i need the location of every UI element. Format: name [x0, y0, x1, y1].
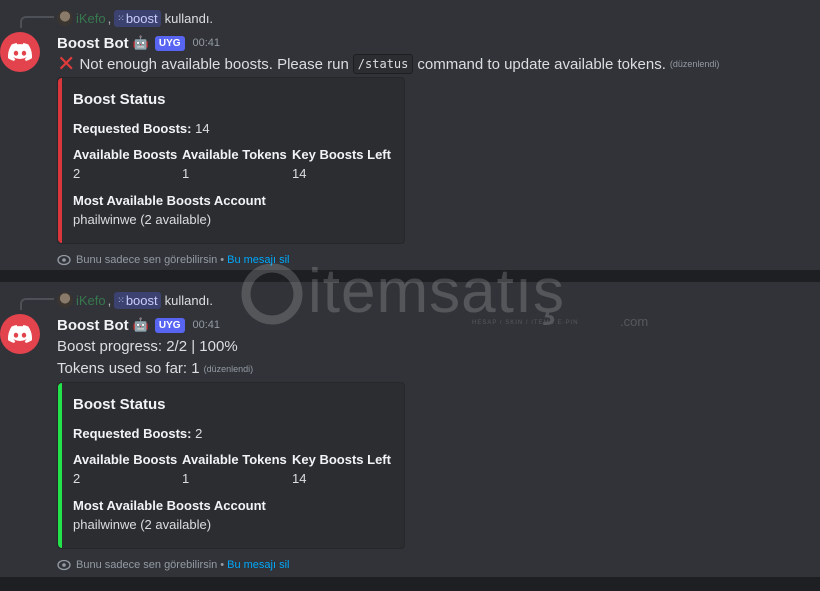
field-value: 1 [182, 166, 190, 181]
embed-color-bar [58, 383, 62, 548]
requested-boosts: Requested Boosts: 14 [73, 121, 210, 136]
reply-username[interactable]: iKefo [76, 293, 106, 308]
requested-value: 14 [195, 121, 210, 136]
field-name: Available Boosts [73, 147, 178, 162]
requested-value: 2 [195, 426, 203, 441]
field-name: Available Boosts [73, 452, 178, 467]
field-value: 2 [73, 471, 81, 486]
ephemeral-notice: Bunu sadece sen görebilirsin • Bu mesajı… [57, 559, 289, 571]
text-after-code: command to update available tokens. [417, 55, 666, 73]
most-available-name: Most Available Boosts Account [73, 193, 266, 208]
reply-username[interactable]: iKefo [76, 11, 106, 26]
ephemeral-text: Bunu sadece sen görebilirsin [76, 559, 218, 571]
robot-emoji-icon: 🤖 [132, 35, 149, 50]
field-name: Available Tokens [182, 452, 287, 467]
field-name: Key Boosts Left [292, 147, 391, 162]
dismiss-message-link[interactable]: Bu mesajı sil [227, 254, 289, 266]
bot-username[interactable]: Boost Bot [57, 35, 129, 52]
edited-label: (düzenlendi) [669, 59, 720, 69]
reply-connector [20, 298, 54, 310]
embed-color-bar [58, 78, 62, 243]
message-text-tokens: Tokens used so far: 1 (düzenlendi) [57, 360, 253, 377]
command-name: boost [125, 10, 158, 26]
ephemeral-separator: • [220, 254, 225, 266]
progress-text: Boost progress: 2/2 | 100% [57, 338, 238, 355]
embed-title: Boost Status [73, 91, 166, 108]
message-header: Boost Bot 🤖 UYG 00:41 [57, 315, 220, 335]
reply-action: kullandı. [164, 292, 214, 308]
reply-action: kullandı. [164, 10, 214, 26]
timestamp[interactable]: 00:41 [193, 319, 221, 331]
dismiss-message-link[interactable]: Bu mesajı sil [227, 559, 289, 571]
ephemeral-notice: Bunu sadece sen görebilirsin • Bu mesajı… [57, 254, 289, 266]
field-value: 14 [292, 471, 307, 486]
requested-boosts: Requested Boosts: 2 [73, 426, 202, 441]
ephemeral-text: Bunu sadece sen görebilirsin [76, 254, 218, 266]
reply-connector [20, 16, 54, 28]
status-embed: Boost Status Requested Boosts: 14 Availa… [57, 77, 405, 244]
edited-label: (düzenlendi) [203, 363, 254, 374]
status-embed: Boost Status Requested Boosts: 2 Availab… [57, 382, 405, 549]
most-available-name: Most Available Boosts Account [73, 498, 266, 513]
app-tag-badge: UYG [154, 35, 185, 51]
text-before-code: Not enough available boosts. Please run [79, 55, 349, 73]
message-1: iKefo , ⁙ boost kullandı. Boost Bot 🤖 UY… [0, 0, 820, 270]
requested-label: Requested Boosts: [73, 426, 192, 441]
inline-code: /status [352, 54, 414, 74]
app-grid-icon: ⁙ [117, 12, 124, 23]
cross-mark-icon: ✕ [57, 51, 76, 76]
field-value: 14 [292, 166, 307, 181]
reply-user-avatar[interactable] [57, 292, 73, 308]
reply-separator: , [107, 10, 112, 26]
eye-icon [57, 559, 71, 571]
eye-icon [57, 254, 71, 266]
reply-context[interactable]: iKefo , ⁙ boost kullandı. [57, 9, 213, 27]
field-name: Key Boosts Left [292, 452, 391, 467]
timestamp[interactable]: 00:41 [193, 37, 221, 49]
tokens-used-text: Tokens used so far: 1 [57, 360, 200, 377]
most-available-value: phailwinwe (2 available) [73, 517, 212, 532]
command-name: boost [125, 292, 158, 308]
app-tag-badge: UYG [154, 317, 185, 333]
slash-command-chip[interactable]: ⁙ boost [114, 9, 161, 27]
message-header: Boost Bot 🤖 UYG 00:41 [57, 33, 220, 53]
field-name: Available Tokens [182, 147, 287, 162]
robot-emoji-icon: 🤖 [132, 317, 149, 332]
reply-user-avatar[interactable] [57, 10, 73, 26]
slash-command-chip[interactable]: ⁙ boost [114, 291, 161, 309]
bot-avatar[interactable] [0, 32, 40, 72]
embed-title: Boost Status [73, 396, 166, 413]
message-2: iKefo , ⁙ boost kullandı. Boost Bot 🤖 UY… [0, 282, 820, 577]
message-text-progress: Boost progress: 2/2 | 100% [57, 338, 238, 355]
field-value: 2 [73, 166, 81, 181]
ephemeral-separator: • [220, 559, 225, 571]
requested-label: Requested Boosts: [73, 121, 192, 136]
bot-avatar[interactable] [0, 314, 40, 354]
discord-logo-icon [8, 43, 32, 61]
reply-context[interactable]: iKefo , ⁙ boost kullandı. [57, 291, 213, 309]
bot-username[interactable]: Boost Bot [57, 317, 129, 334]
app-grid-icon: ⁙ [117, 294, 124, 305]
reply-separator: , [107, 292, 112, 308]
field-value: 1 [182, 471, 190, 486]
most-available-value: phailwinwe (2 available) [73, 212, 212, 227]
discord-logo-icon [8, 325, 32, 343]
message-text: ✕ Not enough available boosts. Please ru… [57, 53, 719, 75]
